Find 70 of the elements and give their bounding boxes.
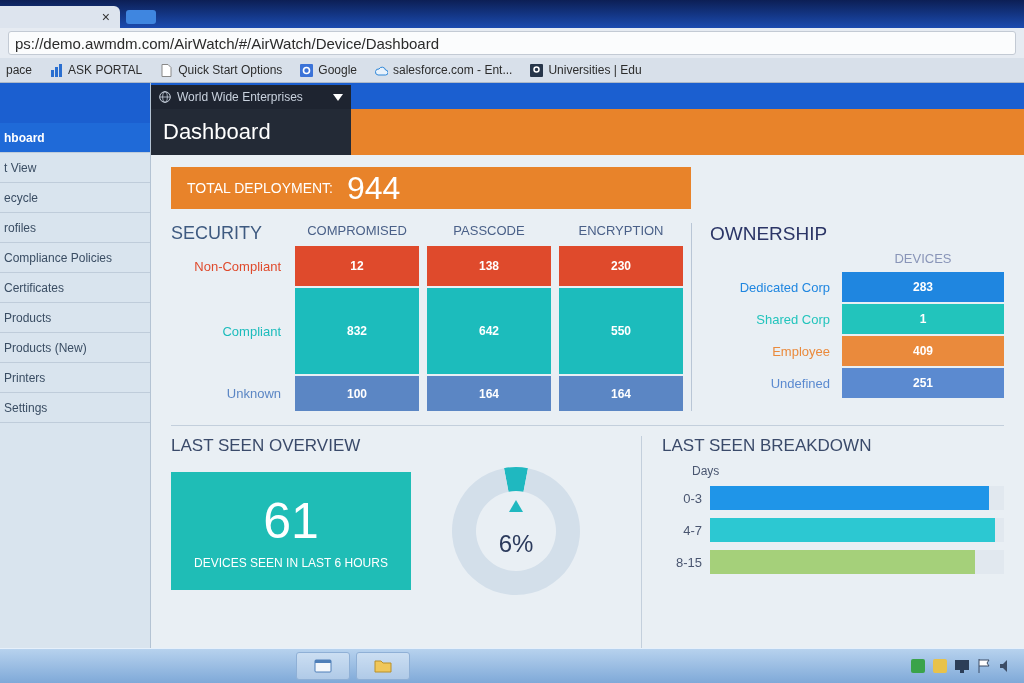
ownership-bar: 251 [842, 368, 1004, 398]
sidebar-item[interactable]: Settings [0, 393, 150, 423]
bar-segment: 164 [559, 376, 683, 411]
bar-segment: 138 [427, 246, 551, 286]
category-label: 4-7 [682, 522, 702, 538]
bar-segment: 642 [427, 288, 551, 374]
total-deployment-value: 944 [347, 169, 401, 207]
column-header: PASSCODE [452, 223, 526, 240]
section-title: LAST SEEN BREAKDOWN [662, 436, 873, 456]
bar-segment: 832 [295, 288, 419, 374]
section-title: LAST SEEN OVERVIEW [171, 436, 362, 456]
total-deployment-label: TOTAL DEPLOYMENT: [187, 180, 333, 196]
row-label: Compliant [221, 323, 282, 339]
monitor-icon[interactable] [954, 658, 970, 674]
section-title: SECURITY [171, 223, 263, 244]
tile-icon [530, 63, 544, 77]
bar-segment: 230 [559, 246, 683, 286]
folder-icon [374, 657, 392, 675]
bookmark-link[interactable]: Quick Start Options [178, 63, 283, 77]
sidebar-item[interactable]: rofiles [0, 213, 150, 243]
row-label: Employee [771, 343, 830, 359]
bookmark-link[interactable]: ASK PORTAL [68, 63, 143, 77]
bar-segment: 100 [295, 376, 419, 411]
section-title: OWNERSHIP [710, 223, 829, 245]
window-icon [314, 657, 332, 675]
sidebar-item[interactable]: hboard [0, 123, 150, 153]
browser-tab[interactable]: × [0, 6, 120, 28]
bookmark-link[interactable]: Google [318, 63, 358, 77]
row-label: Undefined [769, 375, 830, 391]
category-label: 8-15 [674, 554, 702, 570]
page-icon [160, 63, 174, 77]
sidebar-item[interactable]: Printers [0, 363, 150, 393]
pointer-icon [509, 500, 523, 512]
category-label: 0-3 [682, 490, 702, 506]
bar-segment: 550 [559, 288, 683, 374]
axis-label: Days [692, 464, 721, 478]
page-title: Dashboard [151, 109, 351, 155]
ownership-bar: 1 [842, 304, 1004, 334]
sidebar-item[interactable]: Certificates [0, 273, 150, 303]
percent-label: 6% [498, 530, 534, 558]
bookmark-link[interactable]: Universities | Edu [548, 63, 642, 77]
bar-segment: 12 [295, 246, 419, 286]
bar-chart-icon [50, 63, 64, 77]
ownership-bar: 283 [842, 272, 1004, 302]
count-caption: DEVICES SEEN IN LAST 6 HOURS [194, 556, 388, 570]
taskbar-button[interactable] [296, 652, 350, 680]
column-header: ENCRYPTION [577, 223, 665, 240]
row-label: Non-Compliant [193, 258, 282, 274]
device-count: 61 [263, 492, 319, 550]
sidebar-item[interactable]: ecycle [0, 183, 150, 213]
tile-icon [300, 63, 314, 77]
column-header: DEVICES [893, 250, 953, 268]
ownership-bar: 409 [842, 336, 1004, 366]
bookmark-link[interactable]: pace [6, 63, 33, 77]
flag-icon[interactable] [976, 658, 992, 674]
bookmark-link[interactable]: salesforce.com - Ent... [393, 63, 513, 77]
organization-dropdown[interactable]: World Wide Enterprises [151, 85, 351, 109]
sidebar-item[interactable]: Products (New) [0, 333, 150, 363]
address-field[interactable]: ps://demo.awmdm.com/AirWatch/#/AirWatch/Device/Dashboard [8, 31, 1016, 55]
sidebar-item[interactable]: Compliance Policies [0, 243, 150, 273]
row-label: Shared Corp [755, 311, 830, 327]
caret-icon [333, 93, 343, 101]
column-header: COMPROMISED [306, 223, 408, 240]
sidebar-item[interactable]: t View [0, 153, 150, 183]
globe-icon [159, 91, 171, 103]
bar-segment: 164 [427, 376, 551, 411]
sidebar-item[interactable]: Products [0, 303, 150, 333]
row-label: Dedicated Corp [738, 279, 830, 295]
row-label: Unknown [225, 386, 282, 401]
tab-close-button[interactable]: × [99, 9, 112, 25]
